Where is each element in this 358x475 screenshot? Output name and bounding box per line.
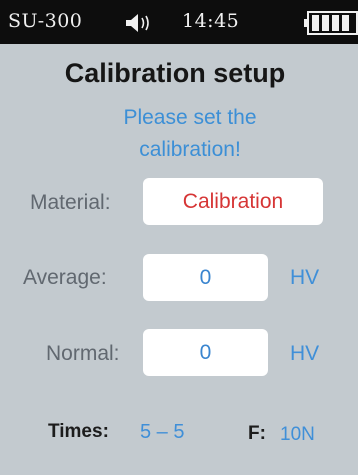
- average-unit: HV: [290, 266, 320, 289]
- normal-unit: HV: [290, 342, 320, 365]
- times-label: Times:: [48, 421, 109, 442]
- page-title: Calibration setup: [64, 58, 286, 88]
- average-label: Average:: [23, 266, 107, 289]
- instruction-message: Please set the calibration!: [123, 106, 257, 161]
- force-value: 10N: [280, 424, 315, 445]
- times-value: 5 – 5: [140, 421, 185, 443]
- clock: 14:45: [182, 10, 240, 32]
- device-model: SU-300: [8, 10, 83, 32]
- normal-field[interactable]: 0: [143, 329, 268, 376]
- normal-label: Normal:: [46, 342, 120, 365]
- device-screen: SU-300 14:45 Calibration setup Please se…: [0, 0, 358, 475]
- status-bar: SU-300 14:45: [0, 0, 358, 44]
- average-field[interactable]: 0: [143, 254, 268, 301]
- speaker-icon: [126, 14, 149, 32]
- material-label: Material:: [30, 191, 111, 214]
- force-label: F:: [248, 423, 266, 444]
- material-field[interactable]: Calibration: [143, 178, 323, 225]
- battery-icon: [304, 11, 358, 35]
